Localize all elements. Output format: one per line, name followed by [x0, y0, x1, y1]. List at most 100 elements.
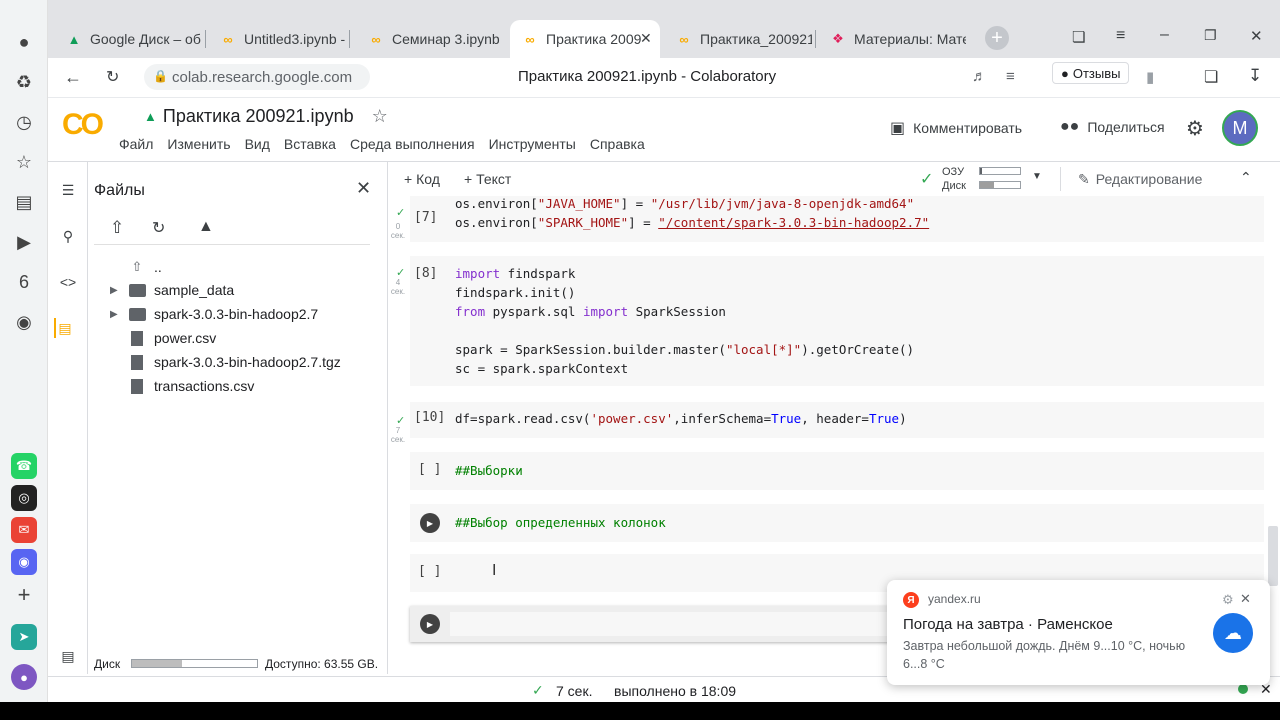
menu-view[interactable]: Вид: [245, 136, 270, 152]
tab-praktika-active[interactable]: ∞ Практика 2009: [510, 20, 660, 58]
counter-icon[interactable]: 6: [12, 270, 36, 294]
whatsapp-icon[interactable]: ☎: [11, 453, 37, 479]
restore-icon[interactable]: ❐: [1204, 27, 1217, 44]
add-code-button[interactable]: + Код: [404, 171, 440, 187]
notebook-title[interactable]: ▲ Практика 200921.ipynb ☆: [144, 106, 388, 127]
menu-file[interactable]: Файл: [119, 136, 153, 152]
tab-seminar3[interactable]: ∞ Семинар 3.ipynb: [356, 22, 504, 56]
refresh-folder-icon[interactable]: ↻: [152, 218, 165, 238]
reload-icon[interactable]: ↻: [106, 67, 119, 87]
notifications-icon[interactable]: ♻: [12, 70, 36, 94]
collapse-header-icon[interactable]: ⌃: [1240, 169, 1252, 186]
url-field[interactable]: 🔒 colab.research.google.com: [144, 64, 370, 90]
notification-settings-icon[interactable]: ⚙: [1222, 592, 1234, 608]
history-icon[interactable]: ◷: [12, 110, 36, 134]
camera-icon[interactable]: ◉: [12, 310, 36, 334]
run-cell-icon[interactable]: ▶: [420, 513, 440, 533]
tab-untitled3[interactable]: ∞ Untitled3.ipynb - C: [208, 22, 346, 56]
code-snippets-icon[interactable]: <>: [58, 272, 78, 292]
minimize-icon[interactable]: –: [1160, 26, 1169, 44]
file-name: sample_data: [154, 282, 235, 298]
mount-drive-icon[interactable]: ▲: [198, 218, 214, 236]
code-cell[interactable]: ▶ ##Выбор определенных колонок: [410, 504, 1264, 542]
expand-caret-icon[interactable]: ▶: [110, 285, 128, 296]
back-icon[interactable]: ←: [64, 67, 82, 88]
extensions-icon[interactable]: ❏: [1204, 67, 1218, 87]
file-item-up[interactable]: ⇧ ..: [110, 256, 162, 278]
code-cell[interactable]: [ ] ##Выборки: [410, 452, 1264, 490]
close-panel-icon[interactable]: ✕: [356, 178, 371, 199]
profile-icon[interactable]: ●: [12, 30, 36, 54]
table-of-contents-icon[interactable]: ☰: [58, 180, 78, 200]
new-tab-button[interactable]: +: [985, 26, 1009, 50]
add-icon[interactable]: +: [12, 582, 36, 607]
avatar[interactable]: M: [1222, 110, 1258, 146]
tab-praktika-2[interactable]: ∞ Практика_200921: [664, 22, 812, 56]
comment-button[interactable]: ▣ Комментировать: [890, 118, 1022, 138]
comment-label: Комментировать: [913, 120, 1023, 136]
settings-gear-icon[interactable]: ⚙: [1186, 116, 1204, 141]
bookmarks-star-icon[interactable]: ☆: [12, 150, 36, 174]
run-cell-icon[interactable]: ▶: [420, 614, 440, 634]
video-icon[interactable]: ▶: [12, 230, 36, 254]
resources-dropdown-icon[interactable]: ▼: [1032, 171, 1042, 182]
files-folder-icon[interactable]: ▤: [54, 318, 74, 338]
file-item-power-csv[interactable]: power.csv: [110, 327, 216, 349]
tab-materials[interactable]: ❖ Материалы: Мате: [818, 22, 966, 56]
tab-close-icon[interactable]: ✕: [640, 30, 652, 47]
menu-runtime[interactable]: Среда выполнения: [350, 136, 475, 152]
expand-caret-icon[interactable]: ▶: [110, 309, 128, 320]
headphones-icon[interactable]: ♬: [972, 68, 987, 85]
cell-code[interactable]: ##Выбор определенных колонок: [455, 513, 666, 532]
ram-meter: [979, 167, 1021, 175]
notification-close-icon[interactable]: ✕: [1240, 591, 1251, 607]
send-app-icon[interactable]: ➤: [11, 624, 37, 650]
tab-google-drive[interactable]: ▲ Google Диск – об: [54, 22, 202, 56]
cell-code[interactable]: import findspark findspark.init() from p…: [455, 264, 914, 378]
reviews-button[interactable]: ● Отзывы: [1052, 62, 1130, 84]
file-item-spark-folder[interactable]: ▶ spark-3.0.3-bin-hadoop2.7: [110, 303, 318, 325]
app-icon[interactable]: ◎: [11, 485, 37, 511]
cell-duration: 7 сек.: [390, 426, 406, 444]
file-item-spark-tgz[interactable]: spark-3.0.3-bin-hadoop2.7.tgz: [110, 351, 341, 373]
mail-icon[interactable]: ✉: [11, 517, 37, 543]
scrollbar-thumb[interactable]: [1268, 526, 1278, 586]
cell-code[interactable]: ##Выборки: [455, 461, 523, 480]
editing-mode-button[interactable]: ✎ Редактирование: [1078, 171, 1202, 188]
cell-code[interactable]: df=spark.read.csv('power.csv',inferSchem…: [455, 409, 907, 428]
menu-tools[interactable]: Инструменты: [489, 136, 576, 152]
window-close-icon[interactable]: ✕: [1250, 27, 1263, 45]
reader-mode-icon[interactable]: ≡: [1006, 68, 1015, 85]
code-cell[interactable]: ✓ 4 сек. [8] import findspark findspark.i…: [391, 256, 1264, 386]
code-cell[interactable]: ✓ 0 сек. [7] os.environ["JAVA_HOME"] = "/…: [391, 196, 1264, 242]
discord-icon[interactable]: ◉: [11, 549, 37, 575]
address-bar-row: ← ↻ 🔒 colab.research.google.com Практика…: [48, 58, 1280, 98]
menu-edit[interactable]: Изменить: [167, 136, 230, 152]
add-text-button[interactable]: + Текст: [464, 171, 511, 187]
copy-tab-icon[interactable]: ❏: [1072, 28, 1085, 46]
cell-code[interactable]: os.environ["JAVA_HOME"] = "/usr/lib/jvm/…: [455, 196, 929, 232]
file-item-sample-data[interactable]: ▶ sample_data: [110, 279, 234, 301]
disk-meter-fill: [980, 182, 994, 188]
bookmark-icon[interactable]: ▮: [1146, 68, 1154, 86]
collections-icon[interactable]: ▤: [12, 190, 36, 214]
menu-help[interactable]: Справка: [590, 136, 645, 152]
ram-label: ОЗУ: [942, 166, 965, 178]
share-button[interactable]: ●● Поделиться: [1060, 118, 1165, 136]
search-icon[interactable]: ⚲: [58, 226, 78, 246]
menu-icon[interactable]: ≡: [1116, 27, 1125, 45]
download-icon[interactable]: ↧: [1248, 66, 1262, 86]
divider: [94, 244, 370, 245]
resources-labels[interactable]: ОЗУ Диск: [942, 165, 966, 193]
menu-insert[interactable]: Вставка: [284, 136, 336, 152]
status-duration: 7 сек.: [556, 683, 593, 699]
colab-logo[interactable]: CO: [62, 108, 104, 142]
notification-toast[interactable]: Я yandex.ru ⚙ ✕ Погода на завтра · Рамен…: [887, 580, 1270, 685]
yandex-icon: Я: [903, 592, 919, 608]
terminal-icon[interactable]: ▤: [58, 646, 78, 666]
assistant-icon[interactable]: ●: [11, 664, 37, 690]
star-icon[interactable]: ☆: [372, 106, 388, 127]
code-cell[interactable]: ✓ 7 сек. [10] df=spark.read.csv('power.cs…: [391, 402, 1264, 444]
file-item-transactions-csv[interactable]: transactions.csv: [110, 375, 254, 397]
upload-file-icon[interactable]: ⇧: [110, 218, 124, 238]
